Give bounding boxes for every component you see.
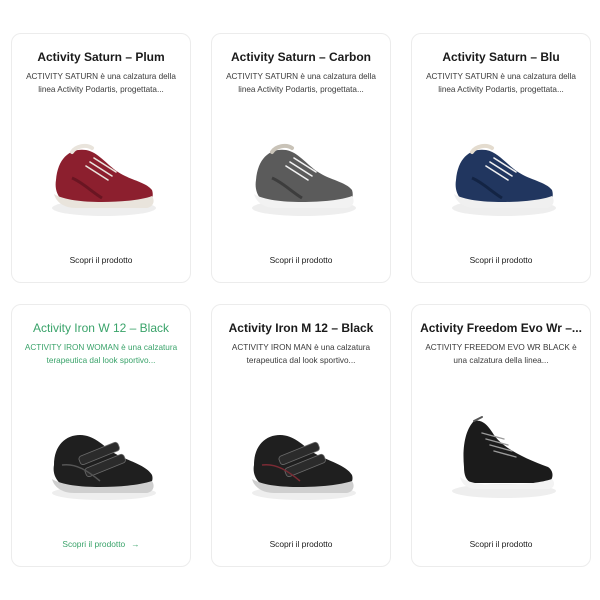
product-card[interactable]: Activity Saturn – Blu ACTIVITY SATURN è … <box>411 33 591 283</box>
product-card[interactable]: Activity Iron W 12 – Black ACTIVITY IRON… <box>11 304 191 567</box>
product-description: ACTIVITY IRON WOMAN è una calzatura tera… <box>24 343 178 365</box>
product-title[interactable]: Activity Iron M 12 – Black <box>218 321 384 335</box>
product-title[interactable]: Activity Saturn – Blu <box>418 50 584 64</box>
discover-product-link[interactable]: Scopri il prodotto <box>212 539 390 549</box>
discover-product-link[interactable]: Scopri il prodotto <box>212 255 390 265</box>
product-title[interactable]: Activity Saturn – Carbon <box>218 50 384 64</box>
product-card[interactable]: Activity Saturn – Carbon ACTIVITY SATURN… <box>211 33 391 283</box>
shoe-image[interactable] <box>242 122 362 232</box>
discover-product-link[interactable]: Scopri il prodotto <box>412 539 590 549</box>
product-card[interactable]: Activity Iron M 12 – Black ACTIVITY IRON… <box>211 304 391 567</box>
arrow-right-icon: → <box>131 539 140 549</box>
product-description: ACTIVITY SATURN è una calzatura della li… <box>426 72 576 94</box>
shoe-image[interactable] <box>42 122 162 232</box>
shoe-image[interactable] <box>442 122 562 232</box>
product-card[interactable]: Activity Saturn – Plum ACTIVITY SATURN è… <box>11 33 191 283</box>
product-description: ACTIVITY FREEDOM EVO WR BLACK è una calz… <box>425 343 577 365</box>
discover-product-link[interactable]: Scopri il prodotto → <box>12 539 190 549</box>
shoe-image[interactable] <box>442 405 562 515</box>
discover-product-link[interactable]: Scopri il prodotto <box>12 255 190 265</box>
product-card[interactable]: Activity Freedom Evo Wr –... ACTIVITY FR… <box>411 304 591 567</box>
product-title[interactable]: Activity Freedom Evo Wr –... <box>418 321 584 335</box>
shoe-image[interactable] <box>242 405 362 515</box>
product-title[interactable]: Activity Iron W 12 – Black <box>18 321 184 335</box>
product-description: ACTIVITY SATURN è una calzatura della li… <box>26 72 176 94</box>
shoe-image[interactable] <box>42 405 162 515</box>
product-description: ACTIVITY SATURN è una calzatura della li… <box>226 72 376 94</box>
discover-product-link[interactable]: Scopri il prodotto <box>412 255 590 265</box>
product-grid: Activity Saturn – Plum ACTIVITY SATURN è… <box>0 0 600 600</box>
product-description: ACTIVITY IRON MAN è una calzatura terape… <box>231 343 371 365</box>
product-title[interactable]: Activity Saturn – Plum <box>18 50 184 64</box>
